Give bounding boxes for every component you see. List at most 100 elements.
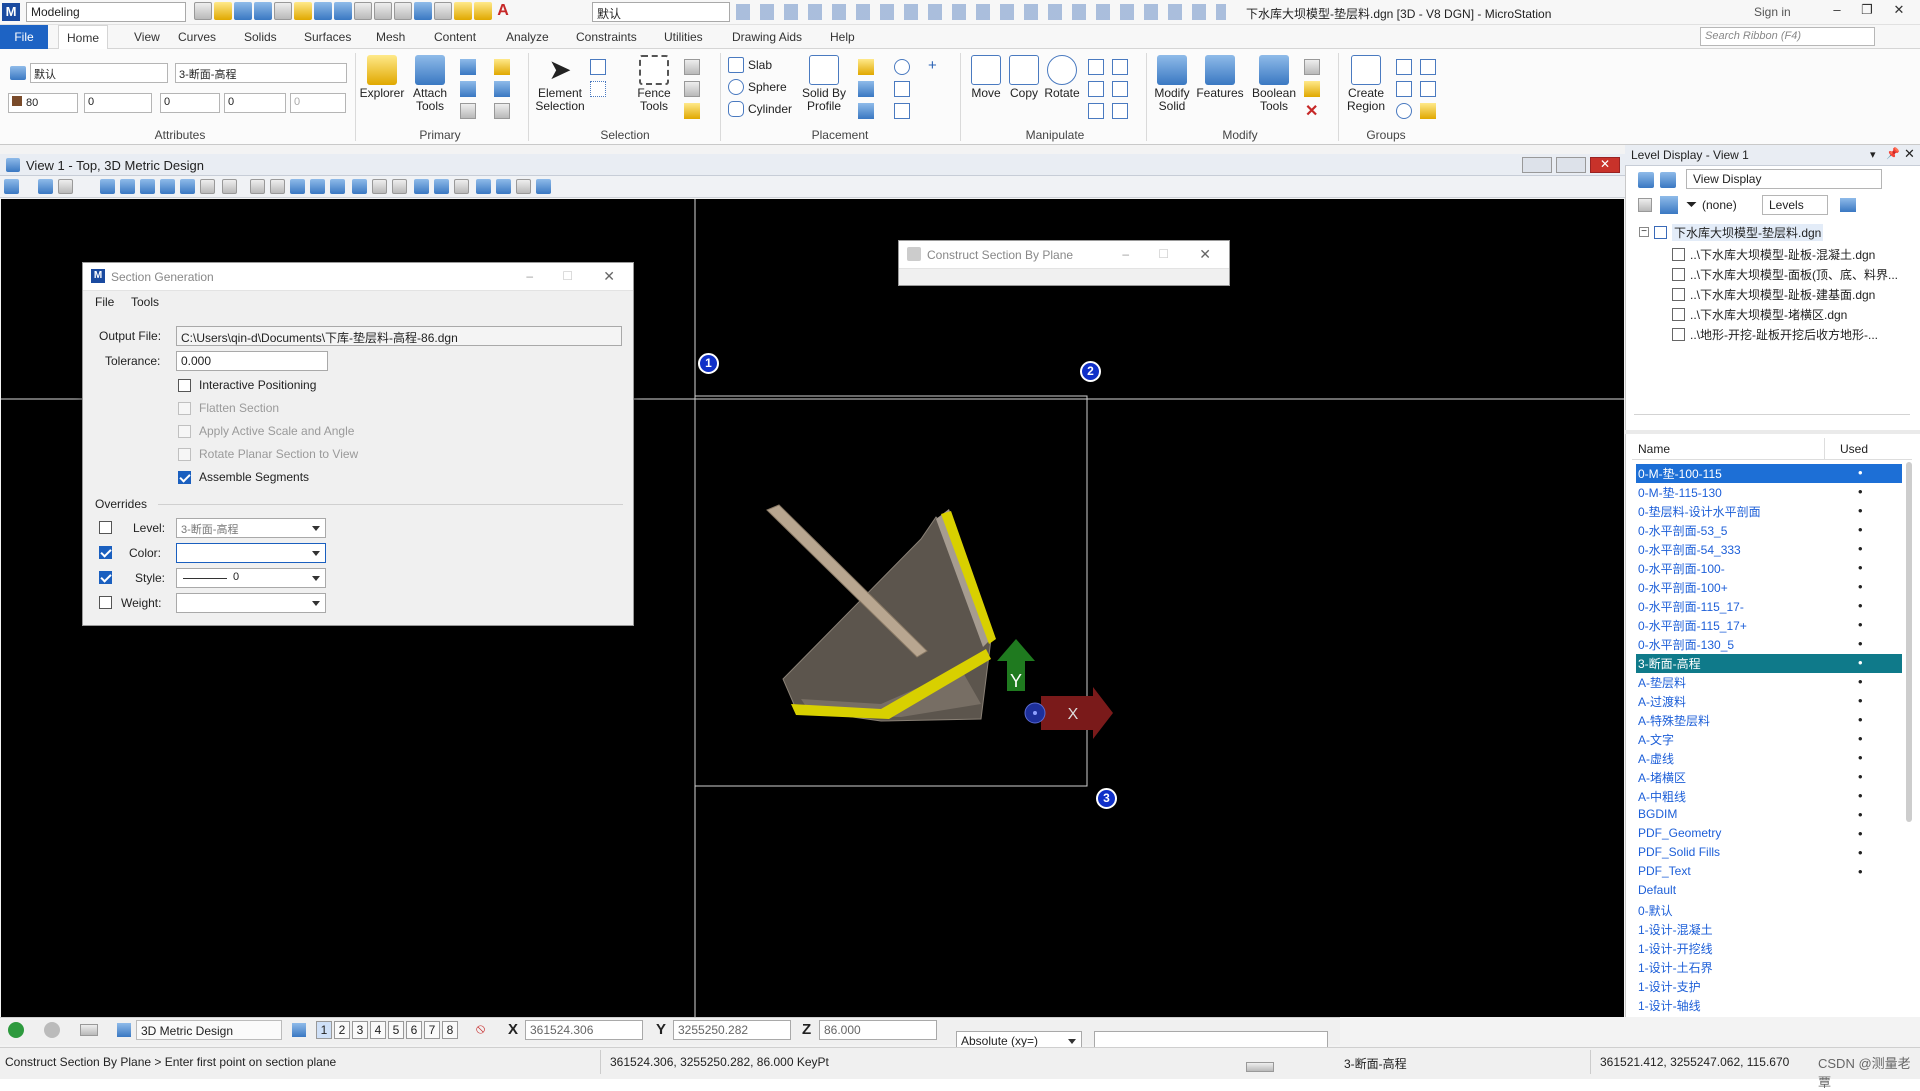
solid-by-profile-button[interactable]: Solid By Profile — [798, 55, 850, 113]
target-icon[interactable] — [1396, 103, 1412, 119]
display-style-icon[interactable] — [38, 179, 53, 194]
hatch-icon[interactable] — [1420, 81, 1436, 97]
weight-override-select[interactable] — [176, 593, 326, 613]
dialog-close-icon[interactable]: ✕ — [603, 268, 615, 285]
fence-tools-button[interactable]: Fence Tools — [628, 55, 680, 113]
column-name[interactable]: Name — [1638, 442, 1670, 456]
tree-item-ref[interactable]: ..\下水库大坝模型-趾板-混凝土.dgn — [1690, 246, 1875, 263]
palette-icon[interactable] — [474, 2, 492, 20]
panel-menu-icon[interactable]: ▾ — [1870, 148, 1876, 161]
element-selection-button[interactable]: ➤ Element Selection — [534, 55, 586, 113]
tree-scrollbar[interactable] — [1634, 414, 1910, 415]
level-row[interactable]: 1-设计-开挖线 — [1636, 939, 1902, 958]
spin-icon[interactable] — [1112, 103, 1128, 119]
window-area-icon[interactable] — [160, 179, 175, 194]
render-icon[interactable] — [414, 179, 429, 194]
element-template-icon[interactable] — [10, 66, 26, 80]
tab-constraints[interactable]: Constraints — [568, 25, 645, 49]
cut-icon[interactable] — [684, 59, 700, 75]
scale-icon[interactable] — [1112, 59, 1128, 75]
priority-select[interactable]: 0 — [290, 93, 346, 113]
level-select[interactable]: 3-断面-高程 — [175, 63, 347, 83]
layers-icon[interactable] — [454, 2, 472, 20]
style-override-checkbox[interactable] — [99, 571, 112, 584]
array-icon[interactable] — [1088, 59, 1104, 75]
paste-icon[interactable] — [684, 103, 700, 119]
view-button-1[interactable]: 1 — [316, 1021, 332, 1039]
filter-select[interactable]: (none) — [1702, 198, 1737, 212]
forward-icon[interactable] — [44, 1022, 60, 1038]
view-rotation-icon[interactable] — [330, 179, 345, 194]
stretch-icon[interactable] — [1088, 103, 1104, 119]
explorer-button[interactable]: Explorer — [356, 55, 408, 100]
redo-icon[interactable] — [254, 2, 272, 20]
swap-view-icon[interactable] — [310, 179, 325, 194]
tasks-icon[interactable] — [494, 103, 510, 119]
list-view-icon[interactable] — [1660, 196, 1678, 214]
copy-icon[interactable] — [394, 2, 412, 20]
view-group-icon[interactable] — [292, 1023, 306, 1037]
accudraw-off-icon[interactable]: ⦸ — [476, 1020, 485, 1037]
undo-icon[interactable] — [234, 2, 252, 20]
tab-content[interactable]: Content — [426, 25, 484, 49]
align-icon[interactable] — [1112, 81, 1128, 97]
tree-item-root[interactable]: 下水库大坝模型-垫层料.dgn — [1672, 224, 1824, 241]
references-icon[interactable] — [460, 59, 476, 75]
toggle-icon[interactable] — [1638, 198, 1652, 212]
tolerance-input[interactable]: 0.000 — [176, 351, 328, 371]
view-close-button[interactable]: ✕ — [1590, 157, 1620, 173]
tab-home[interactable]: Home — [58, 25, 109, 50]
interactive-positioning-checkbox[interactable] — [178, 379, 191, 392]
search-icon[interactable] — [434, 2, 452, 20]
view-button-7[interactable]: 7 — [424, 1021, 440, 1039]
point-icon[interactable] — [894, 103, 910, 119]
rotate-button[interactable]: Rotate — [1036, 55, 1088, 100]
tree-item-ref[interactable]: ..\地形-开挖-趾板开挖后收方地形-... — [1690, 326, 1878, 343]
view-next-icon[interactable] — [270, 179, 285, 194]
view-button-5[interactable]: 5 — [388, 1021, 404, 1039]
tab-solids[interactable]: Solids — [236, 25, 285, 49]
standard-views-icon[interactable] — [476, 179, 491, 194]
box-icon[interactable] — [374, 2, 392, 20]
cylinder-button[interactable]: Cylinder — [728, 101, 792, 117]
3d-icon[interactable] — [414, 2, 432, 20]
rotate-view-icon[interactable] — [200, 179, 215, 194]
saved-views-icon[interactable] — [494, 81, 510, 97]
mirror-icon[interactable] — [1088, 81, 1104, 97]
tree-item-ref[interactable]: ..\下水库大坝模型-面板(顶、底、料界... — [1690, 266, 1898, 283]
camera-icon[interactable] — [372, 179, 387, 194]
weight-select[interactable]: 0 — [160, 93, 220, 113]
zoom-in-icon[interactable] — [120, 179, 135, 194]
view-display-select[interactable]: View Display — [1686, 169, 1882, 189]
place-line-icon[interactable] — [858, 59, 874, 75]
create-region-button[interactable]: Create Region — [1340, 55, 1392, 113]
trim-icon[interactable] — [1304, 59, 1320, 75]
circle-icon[interactable] — [894, 59, 910, 75]
tab-curves[interactable]: Curves — [170, 25, 224, 49]
model-icon[interactable] — [80, 1024, 98, 1036]
level-row[interactable]: 1-设计-土石界 — [1636, 958, 1902, 977]
tree-item-ref[interactable]: ..\下水库大坝模型-趾板-建基面.dgn — [1690, 286, 1875, 303]
color-override-select[interactable] — [176, 543, 326, 563]
smartline-icon[interactable] — [858, 81, 874, 97]
clipboard-icon[interactable] — [684, 81, 700, 97]
update-view-icon[interactable] — [100, 179, 115, 194]
tab-analyze[interactable]: Analyze — [498, 25, 557, 49]
select-region-icon[interactable] — [590, 81, 606, 97]
level-manager-icon[interactable] — [1638, 172, 1654, 188]
sphere-button[interactable]: Sphere — [728, 79, 787, 95]
level-override-checkbox[interactable] — [99, 521, 112, 534]
modify-solid-button[interactable]: Modify Solid — [1146, 55, 1198, 113]
model-select[interactable]: 3D Metric Design — [136, 1020, 282, 1040]
isometric-view-icon[interactable] — [496, 179, 511, 194]
arc-icon[interactable] — [858, 103, 874, 119]
view-button-8[interactable]: 8 — [442, 1021, 458, 1039]
levels-toggle-icon[interactable] — [454, 179, 469, 194]
tab-drawing-aids[interactable]: Drawing Aids — [724, 25, 810, 49]
view-button-4[interactable]: 4 — [370, 1021, 386, 1039]
menu-file[interactable]: File — [95, 295, 114, 309]
features-button[interactable]: Features — [1194, 55, 1246, 100]
paint-icon[interactable] — [1304, 81, 1320, 97]
measure-icon[interactable] — [274, 2, 292, 20]
element-info-icon[interactable] — [460, 103, 476, 119]
